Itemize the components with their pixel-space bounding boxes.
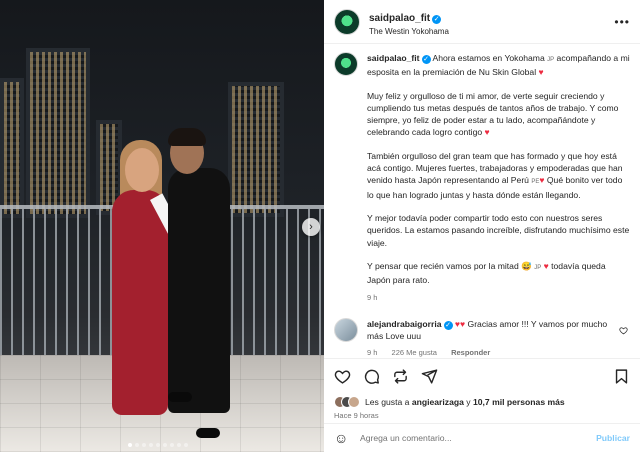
carousel-dot (149, 443, 153, 447)
man-figure (168, 168, 230, 413)
caption-text: Muy feliz y orgulloso de ti mi amor, de … (367, 90, 619, 138)
comment-timestamp[interactable]: 9 h (367, 348, 377, 357)
author-avatar[interactable] (334, 8, 360, 35)
post-details-panel: saidpalao_fit ✓ The Westin Yokohama ••• s… (324, 0, 640, 452)
caption-avatar[interactable] (334, 52, 358, 76)
building (26, 48, 90, 218)
comment-likes[interactable]: 226 Me gusta (392, 348, 437, 357)
shoe (168, 392, 192, 402)
verified-badge-icon: ✓ (432, 14, 442, 24)
emoji-icon[interactable]: ☺ (334, 430, 352, 446)
building (228, 82, 284, 217)
man-hair (168, 128, 206, 146)
repost-icon[interactable] (392, 368, 409, 385)
woman-figure (112, 190, 168, 415)
shoe (196, 428, 220, 438)
post-time[interactable]: Hace 9 horas (324, 410, 640, 423)
post-location[interactable]: The Westin Yokohama (369, 27, 449, 37)
liker-username[interactable]: angiearizaga (412, 397, 464, 407)
comment-input[interactable]: Agrega un comentario... (360, 433, 596, 443)
likes-summary[interactable]: Les gusta a angiearizaga y 10,7 mil pers… (324, 394, 640, 410)
commenter-avatar[interactable] (334, 317, 358, 342)
post-header: saidpalao_fit ✓ The Westin Yokohama ••• (324, 0, 640, 44)
post-photo[interactable]: › (0, 0, 324, 452)
save-icon[interactable] (613, 368, 630, 385)
woman-head (125, 148, 159, 192)
like-icon[interactable] (334, 368, 351, 385)
next-slide-button[interactable]: › (302, 218, 320, 236)
carousel-dot (170, 443, 174, 447)
carousel-dot (184, 443, 188, 447)
comment-icon[interactable] (363, 368, 380, 385)
heart-emoji-icon: ♥ (538, 67, 544, 78)
heart-emoji-icon: ♥♥ (454, 318, 466, 329)
comments-area[interactable]: saidpalao_fit ✓ Ahora estamos en Yokohama… (324, 44, 640, 358)
more-options-icon[interactable]: ••• (614, 15, 630, 29)
likes-count[interactable]: 10,7 mil personas más (473, 397, 565, 407)
caption: saidpalao_fit ✓ Ahora estamos en Yokohama… (334, 52, 630, 305)
share-icon[interactable] (421, 368, 438, 385)
carousel-dot (128, 443, 132, 447)
comment-item: alejandrabaigorria ✓ ♥♥ Gracias amor !!! … (334, 317, 630, 358)
building (0, 78, 24, 218)
heart-emoji-icon: ♥ (539, 175, 545, 186)
comment-composer: ☺ Agrega un comentario... Publicar (324, 423, 640, 452)
reply-button[interactable]: Responder (451, 348, 490, 357)
heart-emoji-icon: ♥ (543, 260, 549, 271)
carousel-dot (177, 443, 181, 447)
author-username[interactable]: saidpalao_fit (369, 13, 430, 24)
like-comment-icon[interactable] (619, 326, 628, 335)
carousel-dot (135, 443, 139, 447)
carousel-dot (142, 443, 146, 447)
caption-username[interactable]: saidpalao_fit (367, 53, 420, 63)
action-bar (324, 358, 640, 394)
verified-badge-icon: ✓ (443, 320, 453, 330)
caption-text: Y pensar que recién vamos por la mitad (367, 260, 519, 271)
carousel-dots (128, 443, 188, 447)
likes-middle: y (466, 397, 471, 407)
japan-flag-icon: JP (534, 264, 542, 271)
heart-emoji-icon: ♥ (484, 127, 490, 138)
carousel-dot (163, 443, 167, 447)
caption-timestamp[interactable]: 9 h (367, 292, 630, 304)
japan-flag-icon: JP (547, 57, 555, 63)
caption-text: Ahora estamos en Yokohama (432, 53, 545, 63)
sweat-smile-emoji-icon: 😅 (521, 260, 532, 271)
liker-avatar (348, 396, 360, 408)
publish-button[interactable]: Publicar (596, 433, 630, 443)
commenter-username[interactable]: alejandrabaigorria (367, 319, 442, 329)
likes-prefix: Les gusta a (365, 397, 410, 407)
caption-text: Y mejor todavía poder compartir todo est… (367, 212, 630, 248)
carousel-dot (156, 443, 160, 447)
verified-badge-icon: ✓ (421, 55, 431, 64)
